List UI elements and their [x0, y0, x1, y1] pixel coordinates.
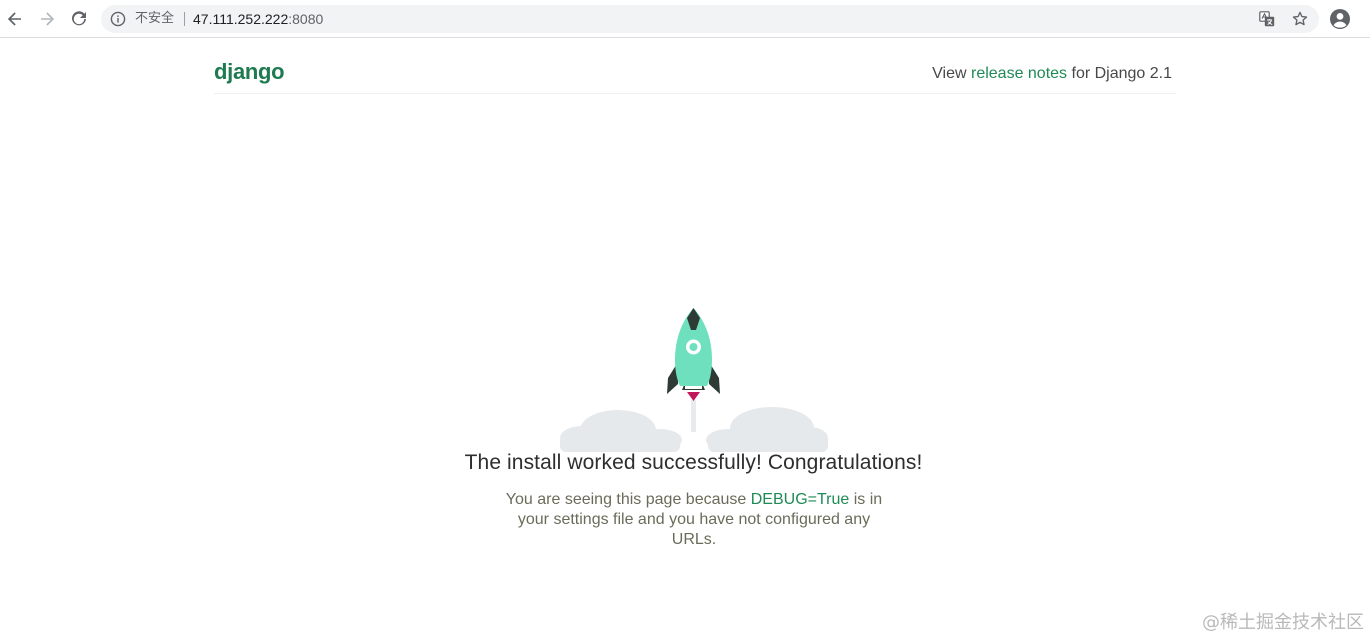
rocket-illustration: [560, 308, 828, 452]
explanation-prefix: You are seeing this page because: [505, 491, 751, 508]
translate-icon[interactable]: [1259, 11, 1275, 27]
install-success-headline: The install worked successfully! Congrat…: [464, 451, 923, 474]
info-icon[interactable]: [110, 11, 126, 27]
watermark: @稀土掘金技术社区: [1202, 612, 1364, 633]
back-button[interactable]: [2, 6, 28, 32]
release-notes-suffix: for Django 2.1: [1067, 65, 1172, 82]
release-notes-line: View release notes for Django 2.1: [932, 65, 1172, 83]
django-logo[interactable]: django: [214, 59, 285, 85]
release-notes-prefix: View: [932, 65, 971, 82]
url-divider: [184, 12, 185, 26]
reload-button[interactable]: [66, 6, 92, 32]
arrow-right-icon: [41, 12, 55, 26]
url-host: 47.111.252.222: [193, 11, 289, 27]
debug-explanation: You are seeing this page because DEBUG=T…: [505, 490, 883, 550]
forward-button[interactable]: [34, 6, 60, 32]
url-port: :8080: [288, 11, 324, 27]
profile-avatar-icon[interactable]: [1329, 8, 1351, 30]
rocket-icon: [667, 308, 720, 432]
release-notes-link[interactable]: release notes: [971, 65, 1067, 82]
bookmark-star-icon[interactable]: [1291, 10, 1309, 28]
url-text[interactable]: 47.111.252.222:8080: [193, 10, 323, 28]
browser-toolbar: 不安全 47.111.252.222:8080: [0, 0, 1370, 38]
address-bar[interactable]: 不安全 47.111.252.222:8080: [101, 5, 1319, 33]
debug-setting-text: DEBUG=True: [750, 491, 850, 508]
arrow-left-icon: [7, 12, 22, 26]
reload-icon: [72, 11, 86, 26]
security-status-label[interactable]: 不安全: [135, 11, 174, 27]
django-page-header: django View release notes for Django 2.1: [214, 56, 1176, 94]
